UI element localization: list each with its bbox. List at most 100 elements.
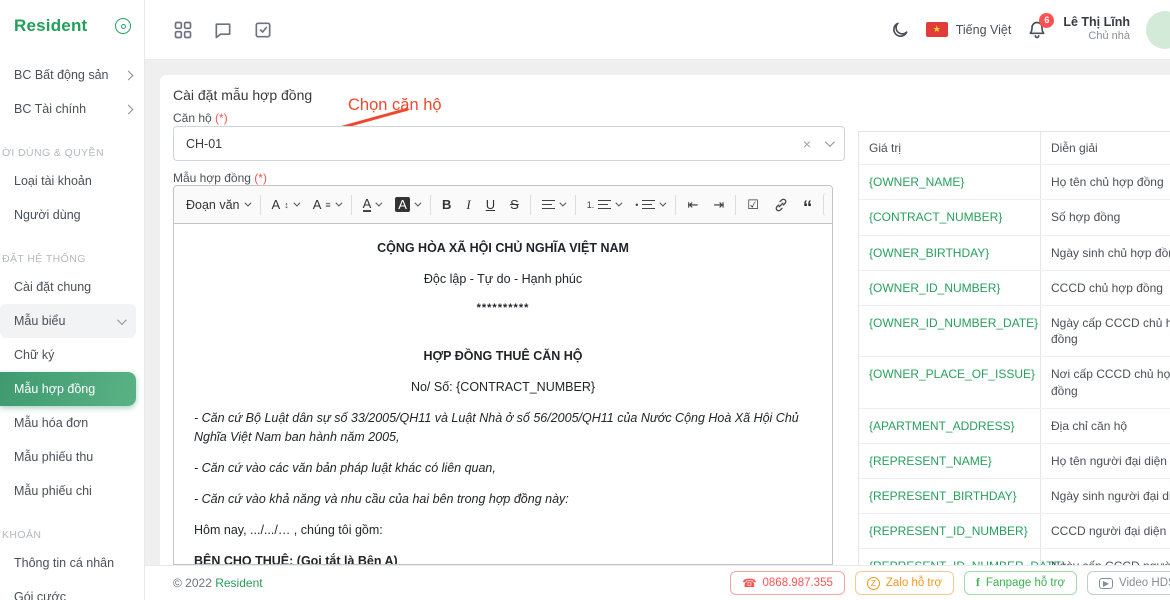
video-icon: ▶: [1099, 578, 1113, 589]
table-row: {REPRESENT_ID_NUMBER_DATE} Ngày cấp CCCD…: [859, 549, 1170, 565]
column-header-value: Giá trị: [859, 132, 1041, 164]
todo-list-icon[interactable]: ☑: [743, 194, 763, 216]
sidebar-item-label: Gói cước: [14, 590, 66, 600]
sidebar-item-mau-hop-dong[interactable]: Mẫu hợp đồng: [0, 372, 136, 406]
font-color-icon[interactable]: A: [359, 194, 385, 215]
numbered-list-icon[interactable]: 1.: [583, 197, 625, 213]
link-icon[interactable]: [770, 195, 792, 215]
table-row: {REPRESENT_NAME} Họ tên người đại diện: [859, 444, 1170, 479]
doc-party-a-heading: BÊN CHO THUÊ: (Gọi tắt là Bên A): [194, 552, 812, 565]
video-guide-button[interactable]: ▶ Video HDSD: [1087, 571, 1170, 595]
vietnam-flag-icon: ★: [926, 22, 948, 37]
sidebar-item-label: Mẫu hợp đồng: [14, 382, 95, 396]
strikethrough-icon[interactable]: S: [506, 194, 523, 215]
sidebar-item-mau-phieu-chi[interactable]: Mẫu phiếu chi: [0, 474, 144, 508]
doc-clause: - Căn cứ vào khả năng và nhu cầu của hai…: [194, 490, 812, 508]
sidebar-item-bc-bat-dong-san[interactable]: BC Bất động sản: [0, 58, 144, 92]
sidebar-section-users-permissions: ỜI DÙNG & QUYỀN: [0, 142, 144, 164]
sidebar-item-loai-tai-khoan[interactable]: Loại tài khoản: [0, 164, 144, 198]
font-size-icon[interactable]: A↕: [268, 194, 302, 215]
sidebar-item-label: BC Bất động sản: [14, 68, 109, 82]
required-mark: (*): [254, 171, 267, 185]
dark-mode-moon-icon[interactable]: [890, 20, 910, 40]
chevron-down-icon[interactable]: [825, 137, 835, 147]
chevron-down-icon: [117, 315, 127, 325]
sidebar-item-nguoi-dung[interactable]: Người dùng: [0, 198, 144, 232]
page-title: Cài đặt mẫu hợp đồng: [173, 87, 312, 103]
doc-contract-title: HỢP ĐỒNG THUÊ CĂN HỘ: [194, 347, 812, 365]
chat-icon[interactable]: [213, 20, 233, 40]
zalo-icon: Z: [867, 577, 880, 590]
sidebar-collapse-icon[interactable]: [115, 18, 131, 34]
sidebar-item-label: Loại tài khoản: [14, 174, 92, 188]
annotation-label: Chọn căn hộ: [348, 96, 442, 115]
underline-icon[interactable]: U: [482, 194, 499, 215]
sidebar-item-label: Mẫu biểu: [14, 314, 65, 328]
editor-toolbar: Đoạn văn A↕ A≡ A A B I U S 1. • ⇤ ⇥ ☑: [174, 186, 832, 224]
doc-divider: **********: [194, 301, 812, 317]
indent-icon[interactable]: ⇥: [709, 194, 728, 216]
sidebar-item-goi-cuoc[interactable]: Gói cước: [0, 580, 144, 600]
footer-brand-link[interactable]: Resident: [215, 576, 262, 590]
italic-icon[interactable]: I: [462, 194, 474, 216]
apartment-selected-value: CH-01: [186, 137, 803, 151]
clear-selection-icon[interactable]: ×: [803, 136, 811, 152]
app-logo[interactable]: Resident: [14, 16, 87, 36]
table-row: {OWNER_PLACE_OF_ISSUE} Nơi cấp CCCD chủ …: [859, 357, 1170, 408]
sidebar-item-mau-hoa-don[interactable]: Mẫu hóa đơn: [0, 406, 144, 440]
chevron-right-icon: [124, 104, 134, 114]
apartment-select[interactable]: CH-01 ×: [173, 126, 845, 161]
language-label: Tiếng Việt: [956, 23, 1012, 37]
zalo-support-button[interactable]: Z Zalo hỗ trợ: [855, 571, 954, 595]
notification-count-badge: 6: [1039, 13, 1054, 28]
language-selector[interactable]: ★ Tiếng Việt: [926, 22, 1012, 37]
font-family-icon[interactable]: A≡: [309, 194, 344, 215]
bulleted-list-icon[interactable]: •: [631, 197, 668, 213]
text-align-icon[interactable]: [538, 197, 568, 212]
doc-today-line: Hôm nay, .../.../… , chúng tôi gồm:: [194, 521, 812, 539]
sidebar-item-label: Người dùng: [14, 208, 81, 222]
tasks-icon[interactable]: [253, 20, 273, 40]
doc-national-header: CỘNG HÒA XÃ HỘI CHỦ NGHĨA VIỆT NAM: [194, 239, 812, 257]
fanpage-support-button[interactable]: f Fanpage hỗ trợ: [964, 571, 1077, 595]
paragraph-style-dropdown[interactable]: Đoạn văn: [182, 195, 253, 215]
avatar[interactable]: [1146, 11, 1170, 49]
notifications-button[interactable]: 6: [1027, 20, 1047, 40]
support-phone-button[interactable]: ☎ 0868.987.355: [730, 571, 845, 595]
block-quote-icon[interactable]: “: [799, 194, 817, 216]
sidebar-item-label: Mẫu phiếu chi: [14, 484, 92, 498]
template-field-label: Mẫu hợp đồng (*): [173, 171, 267, 185]
table-row: {OWNER_ID_NUMBER_DATE} Ngày cấp CCCD chủ…: [859, 306, 1170, 357]
required-mark: (*): [215, 111, 228, 125]
sidebar-section-account: KHOẢN: [0, 524, 144, 546]
contract-template-card: Cài đặt mẫu hợp đồng Chọn căn hộ Căn hộ …: [160, 75, 1170, 565]
sidebar-item-mau-bieu[interactable]: Mẫu biểu: [0, 304, 136, 338]
sidebar-item-thong-tin-ca-nhan[interactable]: Thông tin cá nhân: [0, 546, 144, 580]
toolbar-more-icon[interactable]: ⋮: [823, 193, 833, 216]
sidebar-item-bc-tai-chinh[interactable]: BC Tài chính: [0, 92, 144, 126]
column-header-description: Diễn giải: [1041, 132, 1170, 164]
sidebar-item-label: Mẫu hóa đơn: [14, 416, 88, 430]
doc-contract-number: No/ Số: {CONTRACT_NUMBER}: [194, 378, 812, 396]
sidebar-item-label: Cài đặt chung: [14, 280, 91, 294]
table-row: {APARTMENT_ADDRESS} Địa chỉ căn hộ: [859, 409, 1170, 444]
bold-icon[interactable]: B: [438, 194, 455, 215]
sidebar-item-chu-ky[interactable]: Chữ ký: [0, 338, 144, 372]
sidebar-section-system-settings: ĐẶT HỆ THỐNG: [0, 248, 144, 270]
user-menu[interactable]: Lê Thị Lĩnh Chủ nhà: [1063, 15, 1130, 44]
apps-grid-icon[interactable]: [173, 20, 193, 40]
sidebar-item-label: BC Tài chính: [14, 102, 86, 116]
highlight-icon[interactable]: A: [391, 194, 423, 215]
sidebar-item-label: Mẫu phiếu thu: [14, 450, 93, 464]
outdent-icon[interactable]: ⇤: [683, 194, 702, 216]
contract-document-body[interactable]: CỘNG HÒA XÃ HỘI CHỦ NGHĨA VIỆT NAM Độc l…: [174, 224, 832, 565]
table-row: {REPRESENT_ID_NUMBER} CCCD người đại diệ…: [859, 514, 1170, 549]
sidebar-item-cai-dat-chung[interactable]: Cài đặt chung: [0, 270, 144, 304]
copyright: © 2022 Resident: [173, 576, 263, 590]
user-name: Lê Thị Lĩnh: [1063, 15, 1130, 31]
table-row: {CONTRACT_NUMBER} Số hợp đồng: [859, 200, 1170, 235]
table-row: {OWNER_BIRTHDAY} Ngày sinh chủ hợp đồng: [859, 236, 1170, 271]
top-header: ★ Tiếng Việt 6 Lê Thị Lĩnh Chủ nhà: [145, 0, 1170, 60]
user-role: Chủ nhà: [1063, 30, 1130, 44]
sidebar-item-mau-phieu-thu[interactable]: Mẫu phiếu thu: [0, 440, 144, 474]
